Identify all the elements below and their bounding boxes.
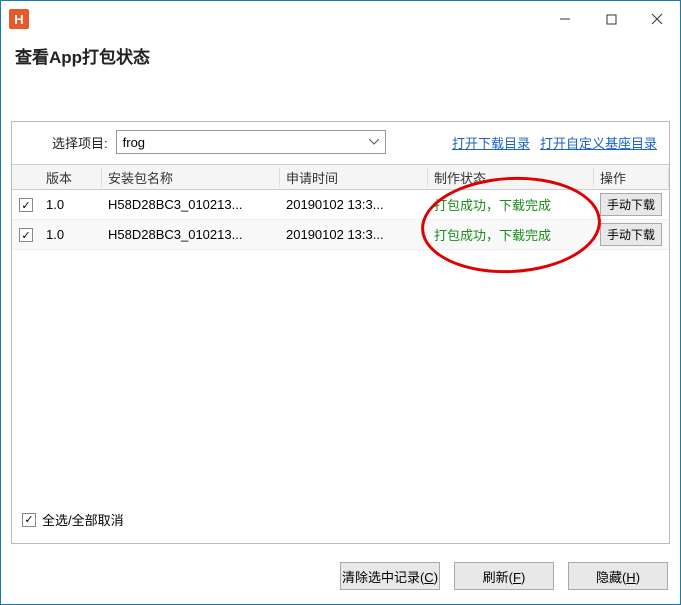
chevron-down-icon	[369, 139, 379, 145]
cell-status: 打包成功，下载完成	[428, 225, 594, 244]
table-row[interactable]: ✓ 1.0H58D28BC3_010213...20190102 13:3...打…	[12, 190, 669, 220]
project-select[interactable]: frog	[116, 130, 386, 154]
dialog-buttons: 清除选中记录(C) 刷新(F) 隐藏(H)	[340, 562, 668, 590]
cell-package: H58D28BC3_010213...	[102, 227, 280, 242]
row-checkbox[interactable]: ✓	[19, 198, 33, 212]
project-row: 选择项目: frog 打开下载目录 打开自定义基座目录	[12, 122, 669, 164]
app-logo-icon: H	[9, 9, 29, 29]
status-table: 版本 安装包名称 申请时间 制作状态 操作 ✓ 1.0H58D28BC3_0102…	[12, 164, 669, 496]
manual-download-button[interactable]: 手动下载	[600, 223, 662, 246]
project-label: 选择项目:	[52, 133, 108, 152]
select-all-row[interactable]: ✓ 全选/全部取消	[18, 502, 663, 537]
maximize-button[interactable]	[588, 4, 634, 34]
hide-button[interactable]: 隐藏(H)	[568, 562, 668, 590]
col-version[interactable]: 版本	[40, 168, 102, 187]
col-time[interactable]: 申请时间	[280, 168, 428, 187]
select-all-checkbox[interactable]: ✓	[22, 513, 36, 527]
cell-package: H58D28BC3_010213...	[102, 197, 280, 212]
minimize-button[interactable]	[542, 4, 588, 34]
table-row[interactable]: ✓ 1.0H58D28BC3_010213...20190102 13:3...打…	[12, 220, 669, 250]
col-op[interactable]: 操作	[594, 168, 669, 187]
window-controls	[542, 4, 680, 34]
close-button[interactable]	[634, 4, 680, 34]
clear-selected-button[interactable]: 清除选中记录(C)	[340, 562, 440, 590]
page-title: 查看App打包状态	[1, 37, 680, 86]
titlebar: H	[1, 1, 680, 37]
content-panel: 选择项目: frog 打开下载目录 打开自定义基座目录 版本 安装包名称 申请时…	[11, 121, 670, 544]
open-custom-base-dir-link[interactable]: 打开自定义基座目录	[540, 133, 657, 152]
cell-version: 1.0	[40, 227, 102, 242]
manual-download-button[interactable]: 手动下载	[600, 193, 662, 216]
col-status[interactable]: 制作状态	[428, 168, 594, 187]
table-header: 版本 安装包名称 申请时间 制作状态 操作	[12, 164, 669, 190]
open-download-dir-link[interactable]: 打开下载目录	[452, 133, 530, 152]
cell-status: 打包成功，下载完成	[428, 195, 594, 214]
cell-time: 20190102 13:3...	[280, 197, 428, 212]
refresh-button[interactable]: 刷新(F)	[454, 562, 554, 590]
cell-time: 20190102 13:3...	[280, 227, 428, 242]
project-select-value: frog	[123, 135, 145, 150]
select-all-label: 全选/全部取消	[42, 510, 124, 529]
col-package[interactable]: 安装包名称	[102, 168, 280, 187]
row-checkbox[interactable]: ✓	[19, 228, 33, 242]
cell-version: 1.0	[40, 197, 102, 212]
